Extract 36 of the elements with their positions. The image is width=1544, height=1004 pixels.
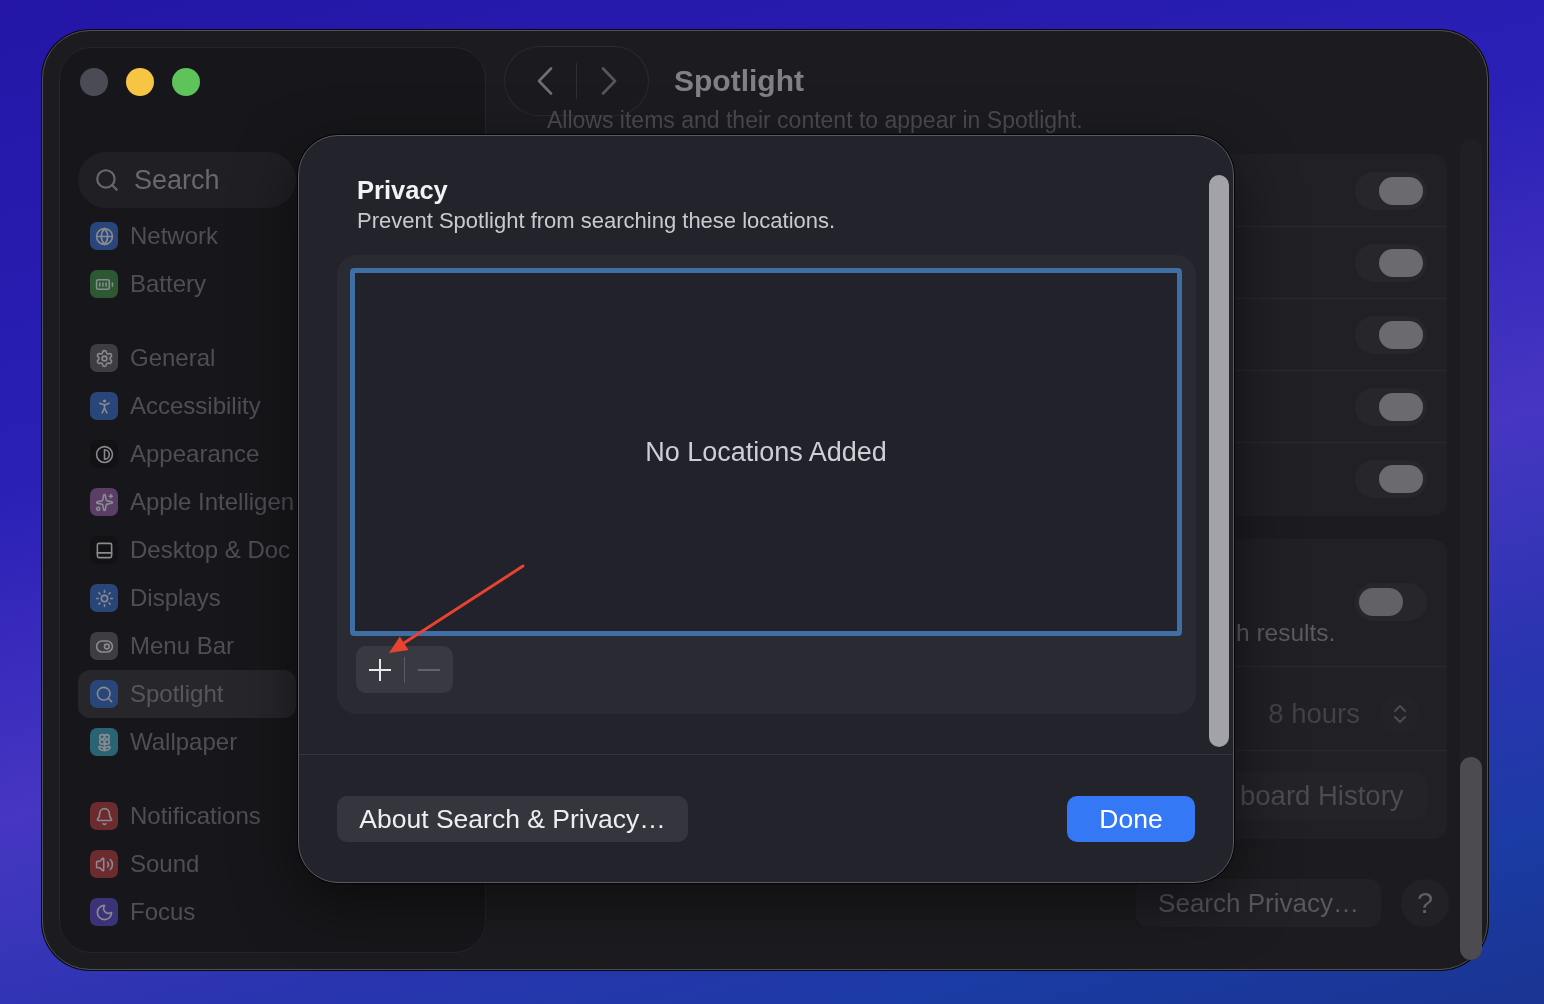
toggle-switch[interactable]: [1355, 583, 1427, 621]
sidebar-item[interactable]: Appearance: [78, 430, 296, 478]
minus-icon: [418, 668, 440, 671]
sidebar-item[interactable]: General: [78, 334, 296, 382]
sidebar-item[interactable]: Displays: [78, 574, 296, 622]
done-button[interactable]: Done: [1067, 796, 1195, 842]
toggle-switch[interactable]: [1355, 460, 1427, 498]
toggle-switch[interactable]: [1355, 387, 1427, 426]
sidebar-item[interactable]: Menu Bar: [78, 622, 296, 670]
chevron-left-icon: [536, 67, 553, 95]
sidebar-item[interactable]: Battery: [78, 260, 296, 308]
dialog-subtitle: Prevent Spotlight from searching these locations.: [357, 208, 836, 234]
minimize-button[interactable]: [126, 68, 154, 96]
sidebar-item[interactable]: Accessibility: [78, 382, 296, 430]
toggle-switch[interactable]: [1355, 171, 1427, 210]
sidebar-item[interactable]: Desktop & Doc: [78, 526, 296, 574]
sidebar-item[interactable]: Network: [78, 212, 296, 260]
toggle-switch[interactable]: [1355, 243, 1427, 282]
locations-list[interactable]: No Locations Added: [350, 268, 1182, 636]
empty-list-message: No Locations Added: [645, 436, 887, 468]
add-button[interactable]: [356, 646, 404, 693]
plus-icon: [369, 658, 391, 681]
sidebar-item[interactable]: Notifications: [78, 792, 296, 840]
chevron-right-icon: [600, 67, 617, 95]
page-title: Spotlight: [674, 63, 804, 99]
search-field[interactable]: Search: [78, 152, 296, 208]
zoom-button[interactable]: [172, 68, 200, 96]
sidebar-item[interactable]: Sound: [78, 840, 296, 888]
sidebar-item[interactable]: Apple Intelligen: [78, 478, 296, 526]
sidebar-item[interactable]: Focus: [78, 888, 296, 936]
sidebar-item[interactable]: Wallpaper: [78, 718, 296, 766]
toggle-switch[interactable]: [1355, 315, 1427, 354]
help-button[interactable]: ?: [1401, 879, 1449, 927]
about-button[interactable]: About Search & Privacy…: [337, 796, 688, 842]
dialog-title: Privacy: [357, 175, 448, 205]
search-icon: [94, 167, 120, 193]
